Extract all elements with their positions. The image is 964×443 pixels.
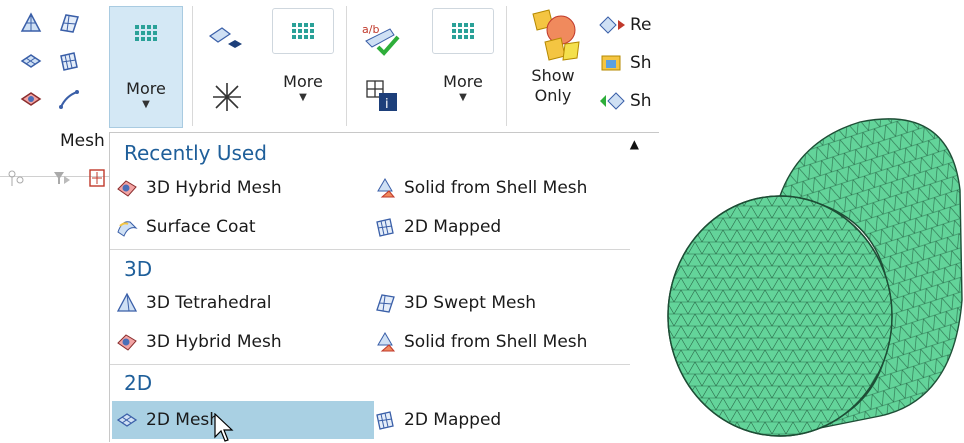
menu-item-label: 3D Hybrid Mesh bbox=[146, 332, 282, 352]
show-hide-label: Sh bbox=[630, 91, 652, 111]
mesh-model-view[interactable] bbox=[660, 110, 964, 438]
more-dropdown-menu: ▲ Recently Used 3D Hybrid Mesh Solid fro… bbox=[109, 132, 659, 442]
solid-from-shell-icon bbox=[374, 177, 396, 199]
hybrid-mesh-icon bbox=[116, 177, 138, 199]
menu-item-surface-coat[interactable]: Surface Coat bbox=[116, 212, 256, 242]
solid-from-shell-icon bbox=[374, 331, 396, 353]
section-divider bbox=[110, 249, 630, 250]
menu-item-3d-swept-mesh[interactable]: 3D Swept Mesh bbox=[374, 288, 536, 318]
section-title-3d: 3D bbox=[124, 257, 153, 281]
menu-item-label: Solid from Shell Mesh bbox=[404, 178, 588, 198]
group-label-mesh: Mesh bbox=[60, 131, 105, 151]
chevron-down-icon: ▼ bbox=[299, 92, 307, 103]
svg-text:a/b: a/b bbox=[362, 23, 379, 36]
show-only-label-2: Only bbox=[534, 86, 572, 105]
tetrahedral-icon bbox=[116, 292, 138, 314]
menu-item-2d-mapped[interactable]: 2D Mapped bbox=[374, 212, 501, 242]
menu-item-label: 2D Mapped bbox=[404, 410, 502, 430]
menu-item-3d-hybrid-mesh-2[interactable]: 3D Hybrid Mesh bbox=[116, 327, 282, 357]
mouse-cursor-icon bbox=[214, 413, 234, 442]
show-only-icon bbox=[532, 9, 580, 61]
swept-mesh-icon bbox=[374, 292, 396, 314]
reverse-button[interactable]: Re bbox=[598, 12, 652, 38]
menu-item-label: 2D Mapped bbox=[404, 217, 502, 237]
mapped-mesh-icon bbox=[374, 216, 396, 238]
menu-item-label: 3D Tetrahedral bbox=[146, 293, 272, 313]
more-button-2[interactable]: More ▼ bbox=[268, 8, 338, 126]
graph-icon[interactable] bbox=[4, 166, 28, 190]
rename-check-icon[interactable]: a/b bbox=[360, 18, 400, 58]
hybrid-mesh-icon bbox=[116, 331, 138, 353]
svg-text:i: i bbox=[385, 97, 389, 112]
show-label: Sh bbox=[630, 53, 652, 73]
triangle-mesh-icon[interactable] bbox=[18, 10, 44, 36]
mirror-mesh-icon[interactable] bbox=[208, 22, 244, 58]
spider-connect-icon[interactable] bbox=[210, 80, 244, 114]
surface-coat-icon bbox=[116, 216, 138, 238]
chevron-down-icon: ▼ bbox=[142, 99, 150, 110]
section-title-recently-used: Recently Used bbox=[124, 141, 267, 165]
section-divider bbox=[110, 364, 630, 365]
more-button-mesh[interactable]: More ▼ bbox=[109, 6, 183, 128]
section-title-2d: 2D bbox=[124, 371, 153, 395]
grid-icon bbox=[432, 8, 494, 54]
line-mesh-icon[interactable] bbox=[56, 86, 82, 112]
menu-item-label: Solid from Shell Mesh bbox=[404, 332, 588, 352]
grid-icon bbox=[116, 11, 176, 55]
show-button[interactable]: Sh bbox=[598, 50, 652, 76]
hybrid-mesh-icon[interactable] bbox=[18, 86, 44, 112]
grid-icon bbox=[272, 8, 334, 54]
scroll-up-icon[interactable]: ▲ bbox=[630, 137, 639, 151]
more-label: More bbox=[283, 72, 323, 91]
show-only-button[interactable]: Show Only bbox=[514, 8, 592, 126]
menu-item-label: Surface Coat bbox=[146, 217, 256, 237]
reverse-icon bbox=[599, 16, 625, 34]
show-hide-button[interactable]: Sh bbox=[598, 88, 652, 114]
show-only-label-1: Show bbox=[531, 66, 575, 85]
more-label: More bbox=[443, 72, 483, 91]
more-button-3[interactable]: More ▼ bbox=[428, 8, 498, 126]
menu-item-solid-from-shell[interactable]: Solid from Shell Mesh bbox=[374, 173, 587, 203]
2d-mesh-icon bbox=[116, 409, 138, 431]
more-label: More bbox=[126, 79, 166, 98]
menu-item-label: 3D Swept Mesh bbox=[404, 293, 537, 313]
2d-mesh-icon[interactable] bbox=[18, 48, 44, 74]
quick-toolbar bbox=[0, 150, 110, 200]
menu-item-3d-tetrahedral[interactable]: 3D Tetrahedral bbox=[116, 288, 272, 318]
ribbon: More ▼ Mesh More ▼ a/b i More ▼ Show Onl… bbox=[0, 0, 672, 152]
reverse-label: Re bbox=[630, 15, 652, 35]
cylinder-face-mesh bbox=[668, 196, 892, 436]
menu-item-label: 3D Hybrid Mesh bbox=[146, 178, 282, 198]
element-info-icon[interactable]: i bbox=[364, 78, 400, 114]
menu-item-3d-hybrid-mesh[interactable]: 3D Hybrid Mesh bbox=[116, 173, 282, 203]
mapped-mesh-icon bbox=[374, 409, 396, 431]
menu-item-2d-mapped-2[interactable]: 2D Mapped bbox=[374, 405, 501, 435]
show-icon bbox=[601, 55, 621, 71]
filter-icon[interactable] bbox=[50, 166, 74, 190]
swept-mesh-icon[interactable] bbox=[56, 10, 82, 36]
chevron-down-icon: ▼ bbox=[459, 92, 467, 103]
show-hide-icon bbox=[600, 92, 625, 110]
node-select-icon[interactable] bbox=[86, 166, 108, 190]
mapped-mesh-icon[interactable] bbox=[56, 48, 82, 74]
menu-item-solid-from-shell-2[interactable]: Solid from Shell Mesh bbox=[374, 327, 587, 357]
menu-item-label: 2D Mesh bbox=[146, 410, 221, 430]
menu-item-2d-mesh[interactable]: 2D Mesh bbox=[112, 401, 374, 439]
